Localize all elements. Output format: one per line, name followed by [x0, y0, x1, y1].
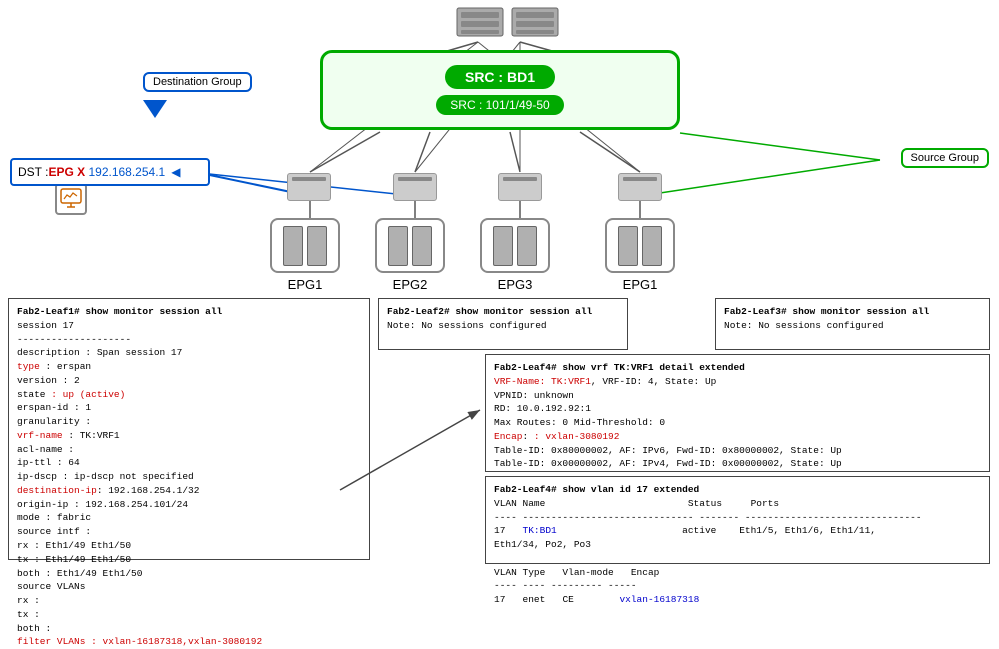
leaf-switch-3 — [498, 173, 542, 201]
leaf-switch-2 — [393, 173, 437, 201]
vrf-title: Fab2-Leaf4# show vrf TK:VRF1 detail exte… — [494, 361, 981, 375]
leaf1-line13: destination-ip: 192.168.254.1/32 — [17, 484, 361, 498]
vlan-sep2: ---- ---- --------- ----- — [494, 579, 981, 593]
leaf1-line23: both : — [17, 622, 361, 636]
vrf-line6: Table-ID: 0x80000002, AF: IPv6, Fwd-ID: … — [494, 444, 981, 458]
vlan-sep1: ---- ------------------------------ ----… — [494, 511, 981, 525]
epg-label-2: EPG2 — [393, 277, 428, 292]
leaf1-line3: description : Span session 17 — [17, 346, 361, 360]
terminal-panel-leaf2: Fab2-Leaf2# show monitor session all Not… — [378, 298, 628, 350]
leaf1-line20: source VLANs — [17, 580, 361, 594]
epg-box-4: EPG1 — [605, 218, 675, 292]
leaf-switch-1 — [287, 173, 331, 201]
terminal-panel-vlan: Fab2-Leaf4# show vlan id 17 extended VLA… — [485, 476, 990, 564]
destination-group-arrow — [143, 100, 167, 118]
leaf3-line1: Note: No sessions configured — [724, 319, 981, 333]
src-bd1-box: SRC : BD1 SRC : 101/1/49-50 — [320, 50, 680, 130]
leaf1-line21: rx : — [17, 594, 361, 608]
vrf-line2: VPNID: unknown — [494, 389, 981, 403]
leaf1-line14: origin-ip : 192.168.254.101/24 — [17, 498, 361, 512]
monitor-icon — [55, 183, 87, 215]
vrf-line7: Table-ID: 0x00000002, AF: IPv4, Fwd-ID: … — [494, 457, 981, 471]
vrf-line1: VRF-Name: TK:VRF1, VRF-ID: 4, State: Up — [494, 375, 981, 389]
src-bd1-label: SRC : BD1 — [445, 65, 555, 89]
leaf1-line24: filter VLANs : vxlan-16187318,vxlan-3080… — [17, 635, 361, 649]
leaf1-line18: tx : Eth1/49 Eth1/50 — [17, 553, 361, 567]
vrf-line4: Max Routes: 0 Mid-Threshold: 0 — [494, 416, 981, 430]
vrf-line5: Encap: : vxlan-3080192 — [494, 430, 981, 444]
leaf3-title: Fab2-Leaf3# show monitor session all — [724, 305, 981, 319]
leaf1-line7: erspan-id : 1 — [17, 401, 361, 415]
dst-ip-label: 192.168.254.1 — [85, 165, 165, 179]
leaf1-line2: -------------------- — [17, 333, 361, 347]
vlan-header: VLAN Name Status Ports — [494, 497, 981, 511]
vlan-row1-ports2: Eth1/34, Po2, Po3 — [494, 538, 981, 552]
vlan-spacer — [494, 552, 981, 566]
epg-box-2: EPG2 — [375, 218, 445, 292]
destination-group-label: Destination Group — [143, 72, 252, 92]
terminal-panel-leaf1: Fab2-Leaf1# show monitor session all ses… — [8, 298, 370, 560]
dst-label: DST : — [18, 165, 48, 179]
leaf1-line15: mode : fabric — [17, 511, 361, 525]
leaf2-line1: Note: No sessions configured — [387, 319, 619, 333]
vlan-title: Fab2-Leaf4# show vlan id 17 extended — [494, 483, 981, 497]
terminal-panel-leaf3: Fab2-Leaf3# show monitor session all Not… — [715, 298, 990, 350]
src-port-label: SRC : 101/1/49-50 — [436, 95, 563, 115]
leaf1-line6: state : up (active) — [17, 388, 361, 402]
leaf1-line19: both : Eth1/49 Eth1/50 — [17, 567, 361, 581]
leaf1-line10: acl-name : — [17, 443, 361, 457]
leaf1-line22: tx : — [17, 608, 361, 622]
leaf-switch-4 — [618, 173, 662, 201]
leaf1-line5: version : 2 — [17, 374, 361, 388]
vlan-row2: 17 enet CE vxlan-16187318 — [494, 593, 981, 607]
spine-switch-1 — [455, 4, 505, 44]
leaf1-line11: ip-ttl : 64 — [17, 456, 361, 470]
dst-arrow-icon: ◀ — [171, 165, 180, 179]
leaf1-line4: type : erspan — [17, 360, 361, 374]
leaf2-title: Fab2-Leaf2# show monitor session all — [387, 305, 619, 319]
leaf1-line16: source intf : — [17, 525, 361, 539]
leaf1-line17: rx : Eth1/49 Eth1/50 — [17, 539, 361, 553]
leaf1-title: Fab2-Leaf1# show monitor session all — [17, 305, 361, 319]
source-group-label: Source Group — [901, 148, 989, 168]
dst-epg-box: DST : EPG X 192.168.254.1 ◀ — [10, 158, 210, 186]
vlan-row1: 17 TK:BD1 active Eth1/5, Eth1/6, Eth1/11… — [494, 524, 981, 538]
leaf1-line12: ip-dscp : ip-dscp not specified — [17, 470, 361, 484]
spine-switch-2 — [510, 4, 560, 44]
leaf1-line9: vrf-name : TK:VRF1 — [17, 429, 361, 443]
dst-epg-label: EPG X — [48, 165, 85, 179]
epg-label-3: EPG3 — [498, 277, 533, 292]
epg-label-4: EPG1 — [623, 277, 658, 292]
terminal-panel-vrf: Fab2-Leaf4# show vrf TK:VRF1 detail exte… — [485, 354, 990, 472]
vrf-line3: RD: 10.0.192.92:1 — [494, 402, 981, 416]
leaf1-line1: session 17 — [17, 319, 361, 333]
epg-box-3: EPG3 — [480, 218, 550, 292]
leaf1-line8: granularity : — [17, 415, 361, 429]
epg-label-1: EPG1 — [288, 277, 323, 292]
epg-box-1: EPG1 — [270, 218, 340, 292]
